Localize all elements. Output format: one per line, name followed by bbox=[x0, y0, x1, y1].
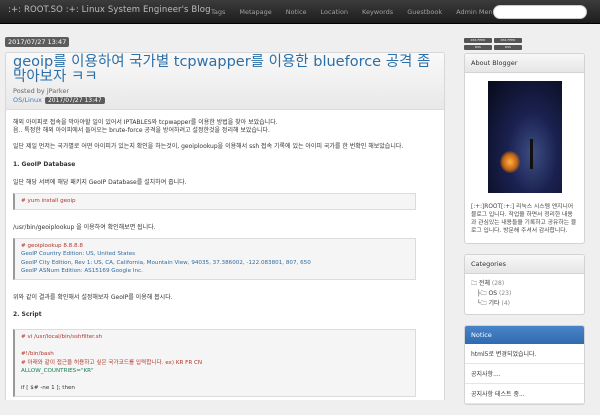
folder-icon: └🗀 bbox=[477, 300, 489, 307]
notice-item[interactable]: 공지사항.... bbox=[465, 364, 584, 384]
section-heading-geoip: 1. GeoIP Database bbox=[13, 160, 76, 168]
categories-panel: Categories 🗀 전체 (28) ├🗀 OS (23) └🗀 기타 (4… bbox=[464, 254, 585, 315]
rss-badge[interactable]: RSS FEED bbox=[494, 38, 522, 43]
person-silhouette bbox=[529, 139, 533, 169]
blogger-photo bbox=[487, 81, 562, 193]
section-heading-script: 2. Script bbox=[13, 310, 42, 318]
sidebar: RSS FEED RSS FEED RSS RSS About Blogger … bbox=[464, 38, 585, 415]
code-line: # 아래와 같이 접근을 허용하고 싶은 국가코드를 입력합니다. ex) KR… bbox=[21, 359, 203, 366]
post-date: 2017/07/27 13:47 bbox=[5, 37, 70, 47]
code-line: # yum install geoip bbox=[21, 198, 76, 205]
code-line: # geoiplookup 8.8.8.8 bbox=[21, 242, 83, 249]
nav-guestbook[interactable]: Guestbook bbox=[400, 0, 449, 24]
category-count: (4) bbox=[501, 300, 511, 307]
post-category-link[interactable]: OS/Linux bbox=[13, 96, 42, 104]
intro-line-2: 음.. 특정한 해외 아이피에서 들어오는 brute-force 공격을 방어… bbox=[13, 127, 270, 135]
tent-glow bbox=[499, 151, 520, 173]
nav-keywords[interactable]: Keywords bbox=[355, 0, 400, 24]
code-line: if [ $# -ne 1 ]; then bbox=[21, 385, 75, 392]
category-count: (23) bbox=[498, 290, 512, 297]
search-input[interactable] bbox=[493, 5, 587, 19]
lookup-text: /usr/bin/geoiplookup 을 이용하여 확인해보면 됩니다. bbox=[13, 223, 156, 231]
rss-badge[interactable]: RSS FEED bbox=[464, 38, 492, 43]
notice-heading: Notice bbox=[465, 326, 584, 344]
about-heading: About Blogger bbox=[465, 54, 584, 73]
code-line: #!/bin/bash bbox=[21, 351, 54, 358]
rss-badges: RSS FEED RSS FEED RSS RSS bbox=[464, 38, 522, 50]
nav-metapage[interactable]: Metapage bbox=[232, 0, 278, 24]
post-author: Posted by jParker bbox=[13, 87, 70, 95]
section-1-text: 일단 해당 서버에 해당 패키지 GeoIP Database를 설치하여 줍니… bbox=[13, 178, 187, 186]
post-meta: OS/Linux 2017/07/27 13:47 bbox=[13, 96, 437, 104]
main-content: 2017/07/27 13:47 geoip를 이용하여 국가별 tcpwapp… bbox=[5, 29, 445, 400]
categories-heading: Categories bbox=[465, 255, 584, 274]
notice-panel: Notice html5로 변경되었습니다. 공지사항.... 공지사항 테스트… bbox=[464, 325, 585, 405]
post-title[interactable]: geoip를 이용하여 국가별 tcpwapper를 이용한 blueforce… bbox=[13, 55, 437, 85]
result-text: 위와 같이 결과를 확인해서 설정해보자 GeoIP를 이용해 봅시다. bbox=[13, 293, 173, 301]
notice-item[interactable]: 공지사항 테스트 중... bbox=[465, 384, 584, 404]
notice-item[interactable]: html5로 변경되었습니다. bbox=[465, 344, 584, 364]
categories-list: 🗀 전체 (28) ├🗀 OS (23) └🗀 기타 (4) bbox=[465, 274, 584, 314]
nav-location[interactable]: Location bbox=[314, 0, 356, 24]
rss-badge[interactable]: RSS bbox=[464, 45, 492, 50]
intro-paragraph-2: 일단 제일 먼저는 국가별로 어떤 아이피가 있는지 확인을 하는것이, geo… bbox=[13, 143, 404, 151]
code-line: GeoIP ASNum Edition: AS15169 Google Inc. bbox=[21, 268, 143, 275]
post-header: geoip를 이용하여 국가별 tcpwapper를 이용한 blueforce… bbox=[6, 53, 444, 110]
code-line: # vi /usr/local/bin/sshfilter.sh bbox=[21, 334, 103, 341]
folder-icon: ├🗀 bbox=[477, 290, 489, 297]
code-line: GeoIP Country Edition: US, United States bbox=[21, 251, 136, 258]
code-line: ALLOW_COUNTRIES="KR" bbox=[21, 368, 94, 375]
category-label: 전체 bbox=[478, 280, 490, 287]
category-count: (28) bbox=[491, 280, 505, 287]
nav-tags[interactable]: Tags bbox=[204, 0, 232, 24]
code-block-install: # yum install geoip bbox=[13, 193, 416, 210]
nav-notice[interactable]: Notice bbox=[279, 0, 314, 24]
about-text: [:+:]ROOT[:+:] 리눅스 시스템 엔지니어 블로그 입니다. 작업을… bbox=[471, 204, 577, 234]
intro-line-1: 해외 아이피로 접속을 막아야할 일이 있어서 IPTABLES와 tcpwap… bbox=[13, 119, 278, 126]
about-panel: About Blogger [:+:]ROOT[:+:] 리눅스 시스템 엔지니… bbox=[464, 53, 585, 244]
top-navbar: :+: ROOT.SO :+: Linux System Engineer's … bbox=[0, 0, 600, 24]
post-body: 해외 아이피로 접속을 막아야할 일이 있어서 IPTABLES와 tcpwap… bbox=[6, 110, 444, 400]
category-label: OS bbox=[488, 290, 498, 297]
folder-icon: 🗀 bbox=[471, 280, 479, 287]
rss-badge[interactable]: RSS bbox=[494, 45, 522, 50]
code-block-script: # vi /usr/local/bin/sshfilter.sh #!/bin/… bbox=[13, 329, 416, 397]
category-item[interactable]: └🗀 기타 (4) bbox=[471, 299, 578, 309]
category-item[interactable]: 🗀 전체 (28) bbox=[471, 279, 578, 289]
nav-menu: Tags Metapage Notice Location Keywords G… bbox=[204, 0, 507, 24]
code-block-lookup: # geoiplookup 8.8.8.8 GeoIP Country Edit… bbox=[13, 237, 416, 280]
intro-paragraph: 해외 아이피로 접속을 막아야할 일이 있어서 IPTABLES와 tcpwap… bbox=[13, 119, 437, 135]
post-card: geoip를 이용하여 국가별 tcpwapper를 이용한 blueforce… bbox=[5, 52, 445, 400]
category-label: 기타 bbox=[488, 300, 500, 307]
code-line: GeoIP City Edition, Rev 1: US, CA, Calif… bbox=[21, 259, 311, 266]
post-timestamp: 2017/07/27 13:47 bbox=[44, 96, 105, 104]
category-item[interactable]: ├🗀 OS (23) bbox=[471, 289, 578, 299]
blog-brand[interactable]: :+: ROOT.SO :+: Linux System Engineer's … bbox=[8, 5, 211, 15]
